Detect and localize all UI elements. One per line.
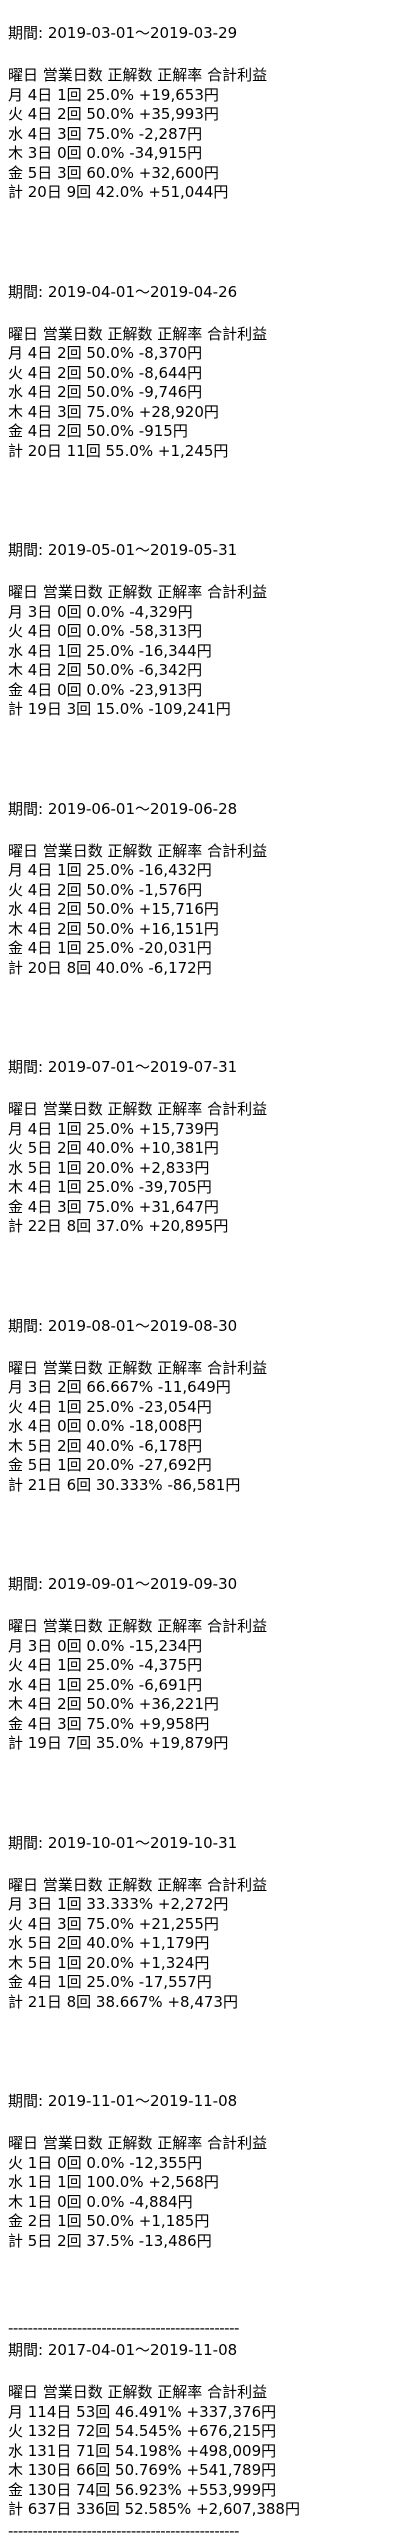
table-row: 金 130日 74回 56.923% +553,999円 [8, 2480, 277, 2499]
total-row: 計 20日 11回 55.0% +1,245円 [8, 441, 229, 460]
table-row: 木 5日 1回 20.0% +1,324円 [8, 1953, 210, 1972]
table-row: 木 130日 66回 50.769% +541,789円 [8, 2461, 277, 2479]
table-row: 月 3日 0回 0.0% -4,329円 [8, 602, 193, 621]
table-row: 水 131日 71回 54.198% +498,009円 [8, 2441, 277, 2460]
period-line: 期間: 2019-11-01～2019-11-08 [8, 2092, 238, 2110]
period-line: 期間: 2019-05-01～2019-05-31 [8, 541, 238, 559]
period-block-2019-06: 期間: 2019-06-01～2019-06-28 曜日 営業日数 正解数 正解… [8, 798, 400, 979]
table-header: 曜日 営業日数 正解数 正解率 合計利益 [8, 1100, 268, 1118]
period-block-2019-08: 期間: 2019-08-01～2019-08-30 曜日 営業日数 正解数 正解… [8, 1315, 400, 1496]
table-header: 曜日 営業日数 正解数 正解率 合計利益 [8, 1358, 268, 1377]
table-row: 金 4日 2回 50.0% -915円 [8, 422, 188, 440]
table-row: 火 1日 0回 0.0% -12,355円 [8, 2153, 203, 2172]
period-line: 期間: 2017-04-01～2019-11-08 [8, 2341, 238, 2359]
period-block-2019-10: 期間: 2019-10-01～2019-10-31 曜日 営業日数 正解数 正解… [8, 1832, 400, 2013]
table-row: 水 4日 2回 50.0% +15,716円 [8, 900, 219, 918]
table-row: 金 4日 3回 75.0% +31,647円 [8, 1197, 219, 1216]
table-row: 火 4日 2回 50.0% -1,576円 [8, 880, 203, 899]
table-row: 水 5日 2回 40.0% +1,179円 [8, 1934, 210, 1952]
table-row: 水 4日 3回 75.0% -2,287円 [8, 124, 203, 143]
period-line: 期間: 2019-08-01～2019-08-30 [8, 1316, 238, 1335]
total-row: 計 5日 2回 37.5% -13,486円 [8, 2231, 212, 2250]
table-row: 水 4日 0回 0.0% -18,008円 [8, 1417, 203, 1435]
table-row: 金 4日 1回 25.0% -20,031円 [8, 939, 212, 957]
table-row: 月 4日 1回 25.0% +19,653円 [8, 85, 219, 104]
period-line: 期間: 2019-03-01～2019-03-29 [8, 24, 238, 42]
table-row: 水 5日 1回 20.0% +2,833円 [8, 1158, 210, 1177]
table-header: 曜日 営業日数 正解数 正解率 合計利益 [8, 841, 268, 860]
table-row: 火 4日 2回 50.0% -8,644円 [8, 363, 203, 382]
table-row: 木 5日 2回 40.0% -6,178円 [8, 1436, 203, 1455]
table-header: 曜日 営業日数 正解数 正解率 合計利益 [8, 1617, 268, 1635]
period-line: 期間: 2019-04-01～2019-04-26 [8, 282, 238, 301]
total-row: 計 19日 3回 15.0% -109,241円 [8, 700, 231, 718]
table-row: 金 4日 0回 0.0% -23,913円 [8, 680, 203, 699]
table-row: 火 4日 1回 25.0% -4,375円 [8, 1656, 203, 1674]
table-row: 月 3日 0回 0.0% -15,234円 [8, 1636, 203, 1655]
overall-total-block: 期間: 2017-04-01～2019-11-08 曜日 営業日数 正解数 正解… [8, 2339, 400, 2520]
table-row: 木 4日 2回 50.0% -6,342円 [8, 661, 203, 679]
period-line: 期間: 2019-09-01～2019-09-30 [8, 1575, 238, 1593]
period-line: 期間: 2019-10-01～2019-10-31 [8, 1833, 238, 1852]
total-row: 計 19日 7回 35.0% +19,879円 [8, 1734, 229, 1752]
table-row: 火 132日 72回 54.545% +676,215円 [8, 2422, 277, 2440]
separator-line: ----------------------------------------… [8, 2319, 239, 2337]
table-row: 水 4日 1回 25.0% -6,691円 [8, 1675, 203, 1694]
table-row: 月 4日 1回 25.0% +15,739円 [8, 1119, 219, 1138]
table-row: 水 4日 2回 50.0% -9,746円 [8, 383, 203, 401]
table-header: 曜日 営業日数 正解数 正解率 合計利益 [8, 2134, 268, 2152]
table-row: 木 3日 0回 0.0% -34,915円 [8, 144, 203, 162]
separator-line: ----------------------------------------… [8, 2521, 239, 2540]
table-row: 金 4日 1回 25.0% -17,557円 [8, 1973, 212, 1991]
table-row: 火 4日 0回 0.0% -58,313円 [8, 622, 203, 640]
table-row: 水 4日 1回 25.0% -16,344円 [8, 641, 212, 660]
period-block-2019-05: 期間: 2019-05-01～2019-05-31 曜日 営業日数 正解数 正解… [8, 539, 400, 720]
table-row: 木 4日 3回 75.0% +28,920円 [8, 402, 219, 421]
table-header: 曜日 営業日数 正解数 正解率 合計利益 [8, 583, 268, 601]
table-row: 月 4日 1回 25.0% -16,432円 [8, 861, 212, 879]
table-row: 水 1日 1回 100.0% +2,568円 [8, 2173, 219, 2191]
table-row: 金 4日 3回 75.0% +9,958円 [8, 1714, 210, 1733]
table-row: 火 4日 3回 75.0% +21,255円 [8, 1914, 219, 1933]
table-row: 月 3日 1回 33.333% +2,272円 [8, 1895, 229, 1913]
table-row: 木 4日 2回 50.0% +16,151円 [8, 919, 219, 938]
table-row: 木 1日 0回 0.0% -4,884円 [8, 2192, 193, 2211]
period-block-2019-07: 期間: 2019-07-01～2019-07-31 曜日 営業日数 正解数 正解… [8, 1056, 400, 1237]
table-header: 曜日 営業日数 正解数 正解率 合計利益 [8, 66, 268, 84]
period-block-2019-09: 期間: 2019-09-01～2019-09-30 曜日 営業日数 正解数 正解… [8, 1573, 400, 1754]
period-block-2019-04: 期間: 2019-04-01～2019-04-26 曜日 営業日数 正解数 正解… [8, 281, 400, 462]
table-row: 火 4日 2回 50.0% +35,993円 [8, 105, 219, 123]
document: 期間: 2019-03-01～2019-03-29 曜日 営業日数 正解数 正解… [0, 0, 400, 2542]
table-row: 金 5日 1回 20.0% -27,692円 [8, 1456, 212, 1474]
table-row: 火 4日 1回 25.0% -23,054円 [8, 1397, 212, 1416]
period-line: 期間: 2019-06-01～2019-06-28 [8, 799, 238, 818]
total-row: 計 637日 336回 52.585% +2,607,388円 [8, 2500, 300, 2518]
table-row: 金 2日 1回 50.0% +1,185円 [8, 2212, 210, 2230]
table-row: 月 114日 53回 46.491% +337,376円 [8, 2402, 277, 2421]
table-header: 曜日 営業日数 正解数 正解率 合計利益 [8, 324, 268, 343]
total-row: 計 20日 8回 40.0% -6,172円 [8, 958, 212, 977]
table-row: 木 4日 1回 25.0% -39,705円 [8, 1178, 212, 1196]
total-row: 計 20日 9回 42.0% +51,044円 [8, 183, 229, 201]
period-block-2019-03: 期間: 2019-03-01～2019-03-29 曜日 営業日数 正解数 正解… [8, 22, 400, 203]
table-row: 月 4日 2回 50.0% -8,370円 [8, 344, 203, 362]
table-row: 木 4日 2回 50.0% +36,221円 [8, 1695, 219, 1713]
table-header: 曜日 営業日数 正解数 正解率 合計利益 [8, 2383, 268, 2401]
total-row: 計 21日 8回 38.667% +8,473円 [8, 1992, 238, 2011]
total-row: 計 22日 8回 37.0% +20,895円 [8, 1217, 229, 1235]
period-block-2019-11: 期間: 2019-11-01～2019-11-08 曜日 営業日数 正解数 正解… [8, 2090, 400, 2251]
period-line: 期間: 2019-07-01～2019-07-31 [8, 1058, 238, 1076]
table-row: 金 5日 3回 60.0% +32,600円 [8, 163, 219, 182]
table-row: 火 5日 2回 40.0% +10,381円 [8, 1139, 219, 1157]
total-row: 計 21日 6回 30.333% -86,581円 [8, 1475, 241, 1494]
table-row: 月 3日 2回 66.667% -11,649円 [8, 1378, 231, 1396]
table-header: 曜日 営業日数 正解数 正解率 合計利益 [8, 1875, 268, 1894]
